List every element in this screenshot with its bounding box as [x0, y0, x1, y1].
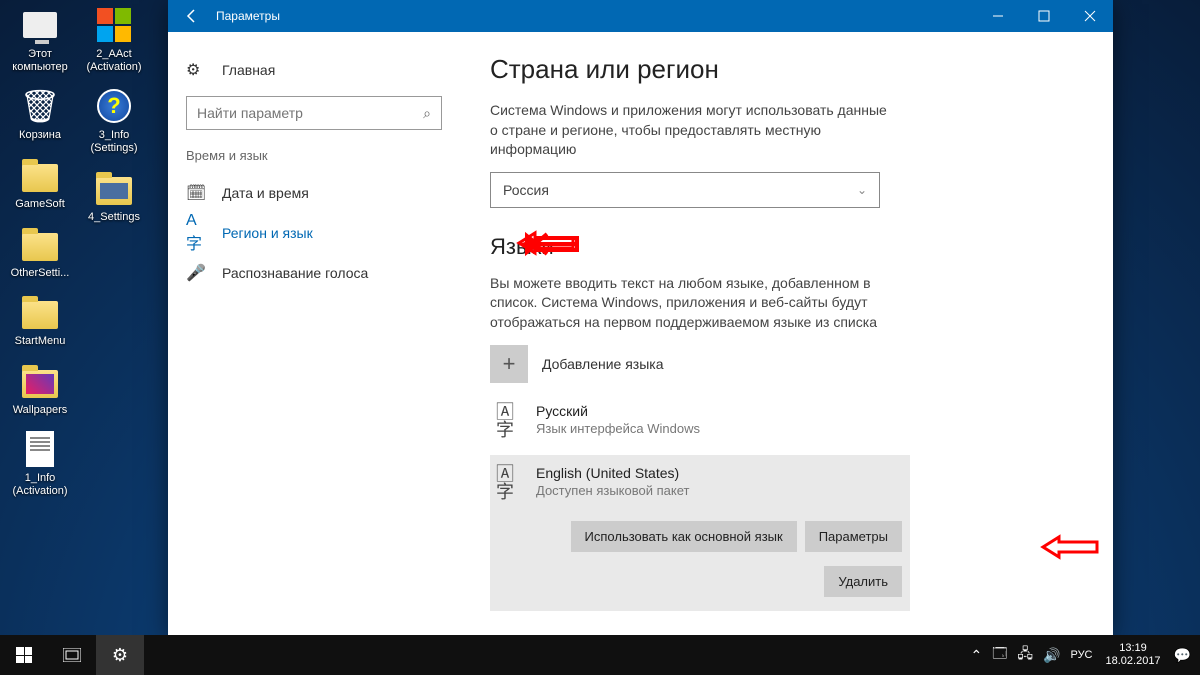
tray-clock[interactable]: 13:19 18.02.2017 — [1098, 642, 1169, 668]
language-item-english-selected: 🄰字 English (United States) Доступен язык… — [490, 455, 910, 611]
close-button[interactable] — [1067, 0, 1113, 32]
desktop-icon[interactable]: 1_Info (Activation) — [4, 430, 76, 497]
window-title: Параметры — [216, 9, 280, 23]
sidebar-item-label: Распознавание голоса — [222, 265, 368, 281]
language-sub: Доступен языковой пакет — [536, 483, 689, 498]
region-dropdown[interactable]: Россия ⌄ — [490, 172, 880, 208]
content-panel: Страна или регион Система Windows и прил… — [460, 32, 1113, 636]
set-default-button[interactable]: Использовать как основной язык — [571, 521, 797, 552]
sidebar-category: Время и язык — [168, 144, 460, 173]
region-description: Система Windows и приложения могут испол… — [490, 101, 890, 160]
sidebar-item[interactable]: 🗓 Дата и время — [168, 173, 460, 213]
options-button[interactable]: Параметры — [805, 521, 902, 552]
gear-icon: ⚙ — [186, 60, 208, 80]
desktop-icon[interactable]: 🗑Корзина — [4, 87, 76, 142]
sidebar-home[interactable]: ⚙ Главная — [168, 50, 460, 90]
desktop-icon[interactable]: Wallpapers — [4, 362, 76, 417]
language-icon: 🄰字 — [496, 465, 526, 501]
desktop-icon-label: StartMenu — [4, 335, 76, 348]
sidebar-item-label: Регион и язык — [222, 225, 313, 241]
sidebar-item[interactable]: 🎤 Распознавание голоса — [168, 253, 460, 293]
language-sub: Язык интерфейса Windows — [536, 421, 700, 436]
tray-notifications-icon[interactable]: 💬 — [1174, 647, 1191, 664]
plus-icon: + — [490, 345, 528, 383]
desktop-icon-label: 1_Info (Activation) — [4, 472, 76, 497]
chevron-down-icon: ⌄ — [857, 183, 867, 197]
search-box[interactable]: ⌕ — [186, 96, 442, 130]
tray-volume-icon[interactable]: 🔊 — [1043, 647, 1060, 664]
desktop-icon-label: Этот компьютер — [4, 48, 76, 73]
desktop-icon[interactable]: StartMenu — [4, 293, 76, 348]
tray-network-icon[interactable]: 🖧 — [1017, 643, 1033, 667]
tray-language[interactable]: РУС — [1070, 649, 1092, 661]
desktop-icon-label: Корзина — [4, 129, 76, 142]
system-tray: ⌃ 🗔 🖧 🔊 РУС 13:19 18.02.2017 💬 — [965, 642, 1200, 668]
sidebar-item-label: Дата и время — [222, 185, 309, 201]
desktop-icon[interactable]: 4_Settings — [78, 169, 150, 224]
desktop-icon-label: 2_AAct (Activation) — [78, 48, 150, 73]
desktop-icon-label: GameSoft — [4, 198, 76, 211]
tray-battery-icon[interactable]: 🗔 — [992, 643, 1007, 667]
search-input[interactable] — [197, 105, 423, 121]
desktop-icon-label: Wallpapers — [4, 404, 76, 417]
sidebar: ⚙ Главная ⌕ Время и язык 🗓 Дата и время A字… — [168, 32, 460, 636]
desktop-icon[interactable]: GameSoft — [4, 156, 76, 211]
minimize-button[interactable] — [975, 0, 1021, 32]
desktop-icon-label: 3_Info (Settings) — [78, 129, 150, 154]
task-view-button[interactable] — [48, 635, 96, 675]
language-name: Русский — [536, 403, 700, 419]
languages-description: Вы можете вводить текст на любом языке, … — [490, 274, 890, 333]
desktop-icon-label: OtherSetti... — [4, 267, 76, 280]
sidebar-item-icon: A字 — [186, 212, 208, 254]
desktop-icon[interactable]: OtherSetti... — [4, 225, 76, 280]
desktop-icon[interactable]: ?3_Info (Settings) — [78, 87, 150, 154]
settings-window: Параметры ⚙ Главная ⌕ Время и язык 🗓 Дата… — [168, 0, 1113, 636]
titlebar: Параметры — [168, 0, 1113, 32]
sidebar-item[interactable]: A字 Регион и язык — [168, 213, 460, 253]
search-icon: ⌕ — [423, 105, 431, 122]
language-icon: 🄰字 — [496, 403, 526, 439]
heading-languages: Языки — [490, 234, 1083, 260]
heading-region: Страна или регион — [490, 54, 1083, 85]
language-name: English (United States) — [536, 465, 689, 481]
remove-button[interactable]: Удалить — [824, 566, 902, 597]
tray-date: 18.02.2017 — [1106, 655, 1161, 668]
region-value: Россия — [503, 182, 549, 198]
taskbar: ⚙ ⌃ 🗔 🖧 🔊 РУС 13:19 18.02.2017 💬 — [0, 635, 1200, 675]
maximize-button[interactable] — [1021, 0, 1067, 32]
start-button[interactable] — [0, 635, 48, 675]
language-item-english[interactable]: 🄰字 English (United States) Доступен язык… — [490, 455, 910, 511]
sidebar-item-icon: 🎤 — [186, 263, 208, 283]
desktop-icon[interactable]: Этот компьютер — [4, 6, 76, 73]
desktop-icon[interactable]: 2_AAct (Activation) — [78, 6, 150, 73]
add-language[interactable]: + Добавление языка — [490, 345, 1083, 383]
back-button[interactable] — [168, 0, 216, 32]
add-language-label: Добавление языка — [542, 356, 664, 372]
tray-time: 13:19 — [1119, 642, 1147, 655]
language-item-russian[interactable]: 🄰字 Русский Язык интерфейса Windows — [490, 393, 910, 449]
tray-chevron-icon[interactable]: ⌃ — [970, 647, 982, 664]
sidebar-home-label: Главная — [222, 62, 275, 78]
sidebar-item-icon: 🗓 — [186, 183, 208, 203]
desktop-icon-label: 4_Settings — [78, 211, 150, 224]
taskbar-app-settings[interactable]: ⚙ — [96, 635, 144, 675]
